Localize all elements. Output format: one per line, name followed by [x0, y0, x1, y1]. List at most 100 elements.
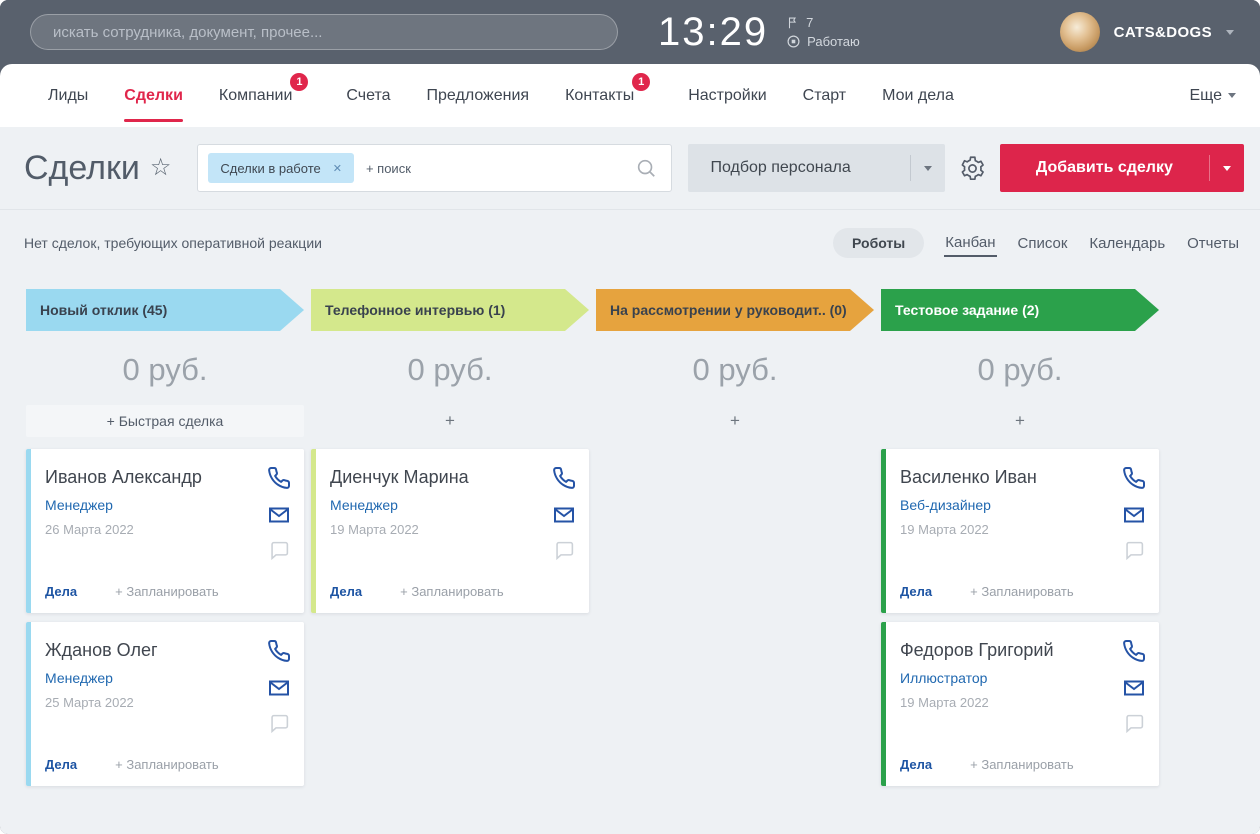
status-message: Нет сделок, требующих оперативной реакци…	[24, 235, 322, 251]
deal-card[interactable]: Диенчук Марина Менеджер 19 Марта 2022 Де…	[311, 449, 589, 613]
nav-item-quotes[interactable]: Предложения	[427, 64, 530, 127]
nav-item-settings[interactable]: Настройки	[688, 64, 766, 127]
deal-title[interactable]: Жданов Олег	[45, 640, 288, 661]
deal-card[interactable]: Василенко Иван Веб-дизайнер 19 Марта 202…	[881, 449, 1159, 613]
stage-header[interactable]: Телефонное интервью (1)	[311, 289, 589, 331]
phone-icon[interactable]	[1122, 466, 1146, 490]
phone-icon[interactable]	[1122, 639, 1146, 663]
account-menu[interactable]: CATS&DOGS	[1060, 12, 1234, 52]
deal-plan-link[interactable]: + Запланировать	[115, 584, 218, 599]
nav-item-contacts[interactable]: Контакты 1	[565, 64, 634, 127]
filter-search-input[interactable]	[354, 161, 635, 176]
mail-icon[interactable]	[267, 676, 291, 700]
add-deal-button[interactable]: Добавить сделку	[1000, 144, 1244, 192]
chat-icon[interactable]	[554, 540, 575, 561]
deal-date: 19 Марта 2022	[900, 522, 1143, 537]
view-tab-calendar[interactable]: Календарь	[1088, 231, 1166, 256]
deal-title[interactable]: Иванов Александр	[45, 467, 288, 488]
favorite-star-icon[interactable]: ☆	[150, 156, 172, 180]
deal-title[interactable]: Диенчук Марина	[330, 467, 573, 488]
chat-icon[interactable]	[269, 713, 290, 734]
app-window: 13:29 7 Работаю CATS&DOGS Лиды Сделки	[0, 0, 1260, 834]
robots-button[interactable]: Роботы	[833, 228, 924, 258]
nav-item-start[interactable]: Старт	[803, 64, 846, 127]
deal-card[interactable]: Федоров Григорий Иллюстратор 19 Марта 20…	[881, 622, 1159, 786]
card-stage-strip	[881, 622, 886, 786]
divider	[1209, 155, 1210, 181]
deal-title[interactable]: Василенко Иван	[900, 467, 1143, 488]
deal-role-link[interactable]: Иллюстратор	[900, 670, 987, 686]
stage-header[interactable]: Новый отклик (45)	[26, 289, 304, 331]
chat-icon[interactable]	[1124, 540, 1145, 561]
worktime-status-block: 7 Работаю	[786, 15, 860, 49]
deal-plan-link[interactable]: + Запланировать	[115, 757, 218, 772]
worktime-clock[interactable]: 13:29	[658, 12, 768, 52]
deal-card[interactable]: Жданов Олег Менеджер 25 Марта 2022 Дела …	[26, 622, 304, 786]
nav-item-my-tasks[interactable]: Мои дела	[882, 64, 954, 127]
quick-deal-button[interactable]: +	[881, 405, 1159, 437]
deal-date: 19 Марта 2022	[330, 522, 573, 537]
nav-item-leads[interactable]: Лиды	[48, 64, 88, 127]
phone-icon[interactable]	[552, 466, 576, 490]
deal-role-link[interactable]: Менеджер	[45, 670, 113, 686]
card-stage-strip	[26, 622, 31, 786]
deal-plan-link[interactable]: + Запланировать	[400, 584, 503, 599]
deal-activities-link[interactable]: Дела	[45, 757, 77, 772]
mail-icon[interactable]	[1122, 503, 1146, 527]
deal-role-link[interactable]: Менеджер	[45, 497, 113, 513]
card-icons	[267, 639, 291, 734]
quick-deal-button[interactable]: +	[311, 405, 589, 437]
nav-item-deals[interactable]: Сделки	[124, 64, 183, 127]
global-search-input[interactable]	[31, 24, 617, 41]
remove-filter-icon[interactable]: ✕	[333, 162, 342, 175]
settings-gear-icon[interactable]	[959, 155, 986, 182]
planner-counter[interactable]: 7	[786, 15, 860, 30]
deal-activities-link[interactable]: Дела	[900, 757, 932, 772]
mail-icon[interactable]	[552, 503, 576, 527]
deal-activities-link[interactable]: Дела	[330, 584, 362, 599]
main-nav: Лиды Сделки Компании 1 Счета Предложения…	[0, 64, 1260, 127]
mail-icon[interactable]	[1122, 676, 1146, 700]
work-status[interactable]: Работаю	[786, 34, 860, 49]
notification-badge: 1	[632, 73, 650, 91]
quick-deal-button[interactable]: + Быстрая сделка	[26, 405, 304, 437]
deal-activities-link[interactable]: Дела	[45, 584, 77, 599]
mail-icon[interactable]	[267, 503, 291, 527]
search-icon[interactable]	[635, 157, 657, 179]
deal-plan-link[interactable]: + Запланировать	[970, 584, 1073, 599]
nav-item-invoices[interactable]: Счета	[346, 64, 390, 127]
nav-more-menu[interactable]: Еще	[1189, 64, 1236, 127]
phone-icon[interactable]	[267, 639, 291, 663]
chat-icon[interactable]	[269, 540, 290, 561]
deal-date: 26 Марта 2022	[45, 522, 288, 537]
phone-icon[interactable]	[267, 466, 291, 490]
funnel-selector[interactable]: Подбор персонала	[688, 144, 944, 192]
kanban-column-test-task: Тестовое задание (2) 0 руб. + Василенко …	[881, 289, 1159, 786]
nav-item-companies[interactable]: Компании 1	[219, 64, 293, 127]
stage-header[interactable]: На рассмотрении у руководит.. (0)	[596, 289, 874, 331]
quick-deal-button[interactable]: +	[596, 405, 874, 437]
card-stage-strip	[881, 449, 886, 613]
deal-activities-link[interactable]: Дела	[900, 584, 932, 599]
card-icons	[1122, 639, 1146, 734]
status-row: Нет сделок, требующих оперативной реакци…	[0, 209, 1260, 276]
card-icons	[267, 466, 291, 561]
global-search[interactable]	[30, 14, 618, 50]
chat-icon[interactable]	[1124, 713, 1145, 734]
deal-plan-link[interactable]: + Запланировать	[970, 757, 1073, 772]
deal-date: 19 Марта 2022	[900, 695, 1143, 710]
card-stage-strip	[26, 449, 31, 613]
stage-header[interactable]: Тестовое задание (2)	[881, 289, 1159, 331]
filter-tag-label: Сделки в работе	[220, 161, 320, 176]
deal-title[interactable]: Федоров Григорий	[900, 640, 1143, 661]
deal-role-link[interactable]: Менеджер	[330, 497, 398, 513]
view-tab-list[interactable]: Список	[1017, 231, 1069, 256]
chevron-down-icon[interactable]	[1223, 166, 1231, 171]
avatar[interactable]	[1060, 12, 1100, 52]
deal-card[interactable]: Иванов Александр Менеджер 26 Марта 2022 …	[26, 449, 304, 613]
view-tab-reports[interactable]: Отчеты	[1186, 231, 1240, 256]
view-tab-kanban[interactable]: Канбан	[944, 230, 996, 257]
filter-search-box[interactable]: Сделки в работе ✕	[197, 144, 672, 192]
deal-role-link[interactable]: Веб-дизайнер	[900, 497, 991, 513]
filter-tag[interactable]: Сделки в работе ✕	[208, 153, 354, 183]
